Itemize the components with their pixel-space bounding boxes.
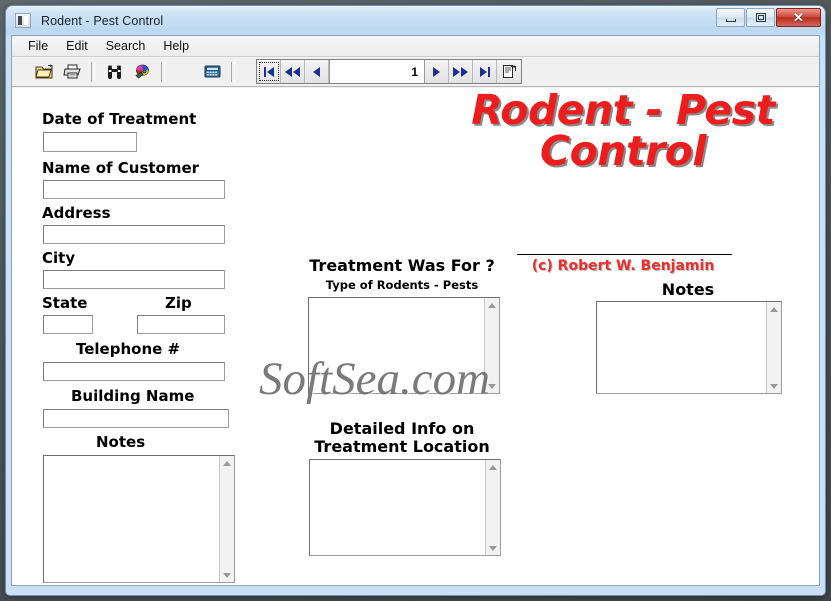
input-address[interactable] <box>43 225 225 244</box>
menu-edit[interactable]: Edit <box>57 37 97 56</box>
menu-file[interactable]: File <box>19 37 57 56</box>
input-zip[interactable] <box>137 315 225 334</box>
label-telephone: Telephone # <box>76 340 181 358</box>
nav-last-button[interactable] <box>473 60 497 83</box>
input-treatment-type[interactable] <box>308 297 500 394</box>
find-button[interactable] <box>101 60 127 84</box>
label-notes-left: Notes <box>96 433 146 451</box>
input-detail-location[interactable] <box>309 459 501 556</box>
application-window: Rodent - Pest Control ✕ File Edit Search… <box>6 6 825 595</box>
nav-prev-page-button[interactable] <box>281 60 305 83</box>
print-icon <box>62 64 81 79</box>
label-treatment-title: Treatment Was For ? <box>309 256 495 275</box>
scroll-down-icon[interactable] <box>485 379 499 393</box>
toolbar-separator-2 <box>161 61 165 82</box>
maximize-button[interactable] <box>746 8 775 27</box>
open-button[interactable] <box>31 60 57 84</box>
notes-left-scrollbar[interactable] <box>219 456 234 582</box>
logo-divider <box>517 254 732 255</box>
label-treatment-subtitle: Type of Rodents - Pests <box>325 278 479 292</box>
menu-help[interactable]: Help <box>154 37 198 56</box>
open-icon <box>34 64 53 79</box>
nav-next-button[interactable] <box>425 60 449 83</box>
toolbar: 1 <box>12 57 819 87</box>
label-name-of-customer: Name of Customer <box>42 159 200 177</box>
palette-icon <box>134 64 149 79</box>
treatment-scrollbar[interactable] <box>484 298 499 393</box>
label-state: State <box>42 294 88 312</box>
find-binoculars-icon <box>107 65 121 79</box>
app-logo: Rodent - Pest Control <box>437 90 809 172</box>
caption-button-group: ✕ <box>716 8 821 27</box>
menu-search[interactable]: Search <box>97 37 155 56</box>
scroll-up-icon[interactable] <box>220 456 234 470</box>
minimize-icon <box>725 18 736 22</box>
record-navigator: 1 <box>256 59 522 84</box>
nav-properties-button[interactable] <box>497 60 521 83</box>
input-city[interactable] <box>43 270 225 289</box>
prev-record-icon <box>313 66 320 77</box>
label-detail-line-1: Detailed Info on <box>329 419 475 438</box>
logo-line-2: Control <box>540 127 707 175</box>
label-notes-right: Notes <box>661 280 715 299</box>
label-zip: Zip <box>165 294 192 312</box>
next-page-icon <box>453 66 460 77</box>
toolbar-separator-3 <box>231 61 235 82</box>
desktop-background: Rodent - Pest Control ✕ File Edit Search… <box>0 0 831 601</box>
last-record-icon <box>479 66 487 77</box>
close-icon: ✕ <box>793 9 804 25</box>
window-frame: Rodent - Pest Control ✕ File Edit Search… <box>6 6 825 595</box>
input-building-name[interactable] <box>43 409 229 428</box>
detail-scrollbar[interactable] <box>485 460 500 555</box>
print-button[interactable] <box>59 60 85 84</box>
label-address: Address <box>42 204 111 222</box>
input-telephone[interactable] <box>43 362 225 381</box>
input-state[interactable] <box>43 315 93 334</box>
input-name-of-customer[interactable] <box>43 180 225 199</box>
app-icon <box>15 13 31 28</box>
scroll-up-icon[interactable] <box>767 302 781 316</box>
properties-icon <box>502 64 516 78</box>
keypad-button[interactable] <box>199 60 225 84</box>
client-area: File Edit Search Help 1 Rodent - Pest Co… <box>11 35 820 586</box>
nav-first-button[interactable] <box>257 60 281 83</box>
prev-page-icon <box>285 66 292 77</box>
scroll-down-icon[interactable] <box>220 568 234 582</box>
next-record-icon <box>433 66 440 77</box>
input-date-of-treatment[interactable] <box>43 132 137 152</box>
input-notes-left[interactable] <box>43 455 235 583</box>
notes-right-scrollbar[interactable] <box>766 302 781 393</box>
form-canvas: Rodent - Pest Control (c) Robert W. Benj… <box>12 88 819 585</box>
logo-line-1: Rodent - Pest <box>471 88 775 134</box>
first-record-icon <box>263 66 266 77</box>
menu-bar: File Edit Search Help <box>12 36 819 57</box>
keypad-icon <box>204 65 220 78</box>
scroll-down-icon[interactable] <box>767 379 781 393</box>
window-title: Rodent - Pest Control <box>41 13 164 28</box>
scroll-down-icon[interactable] <box>486 541 500 555</box>
maximize-icon <box>755 13 766 22</box>
label-city: City <box>42 249 76 267</box>
label-detail-line-2: Treatment Location <box>314 437 490 456</box>
toolbar-separator-1 <box>91 61 95 82</box>
title-bar[interactable]: Rodent - Pest Control ✕ <box>6 6 825 35</box>
palette-button[interactable] <box>129 60 155 84</box>
minimize-button[interactable] <box>716 8 745 27</box>
close-button[interactable]: ✕ <box>776 8 821 27</box>
nav-prev-button[interactable] <box>305 60 329 83</box>
input-notes-right[interactable] <box>596 301 782 394</box>
label-date-of-treatment: Date of Treatment <box>42 110 197 128</box>
label-building-name: Building Name <box>71 387 195 405</box>
scroll-up-icon[interactable] <box>485 298 499 312</box>
nav-next-page-button[interactable] <box>449 60 473 83</box>
scroll-up-icon[interactable] <box>486 460 500 474</box>
record-number-field[interactable]: 1 <box>329 60 425 83</box>
